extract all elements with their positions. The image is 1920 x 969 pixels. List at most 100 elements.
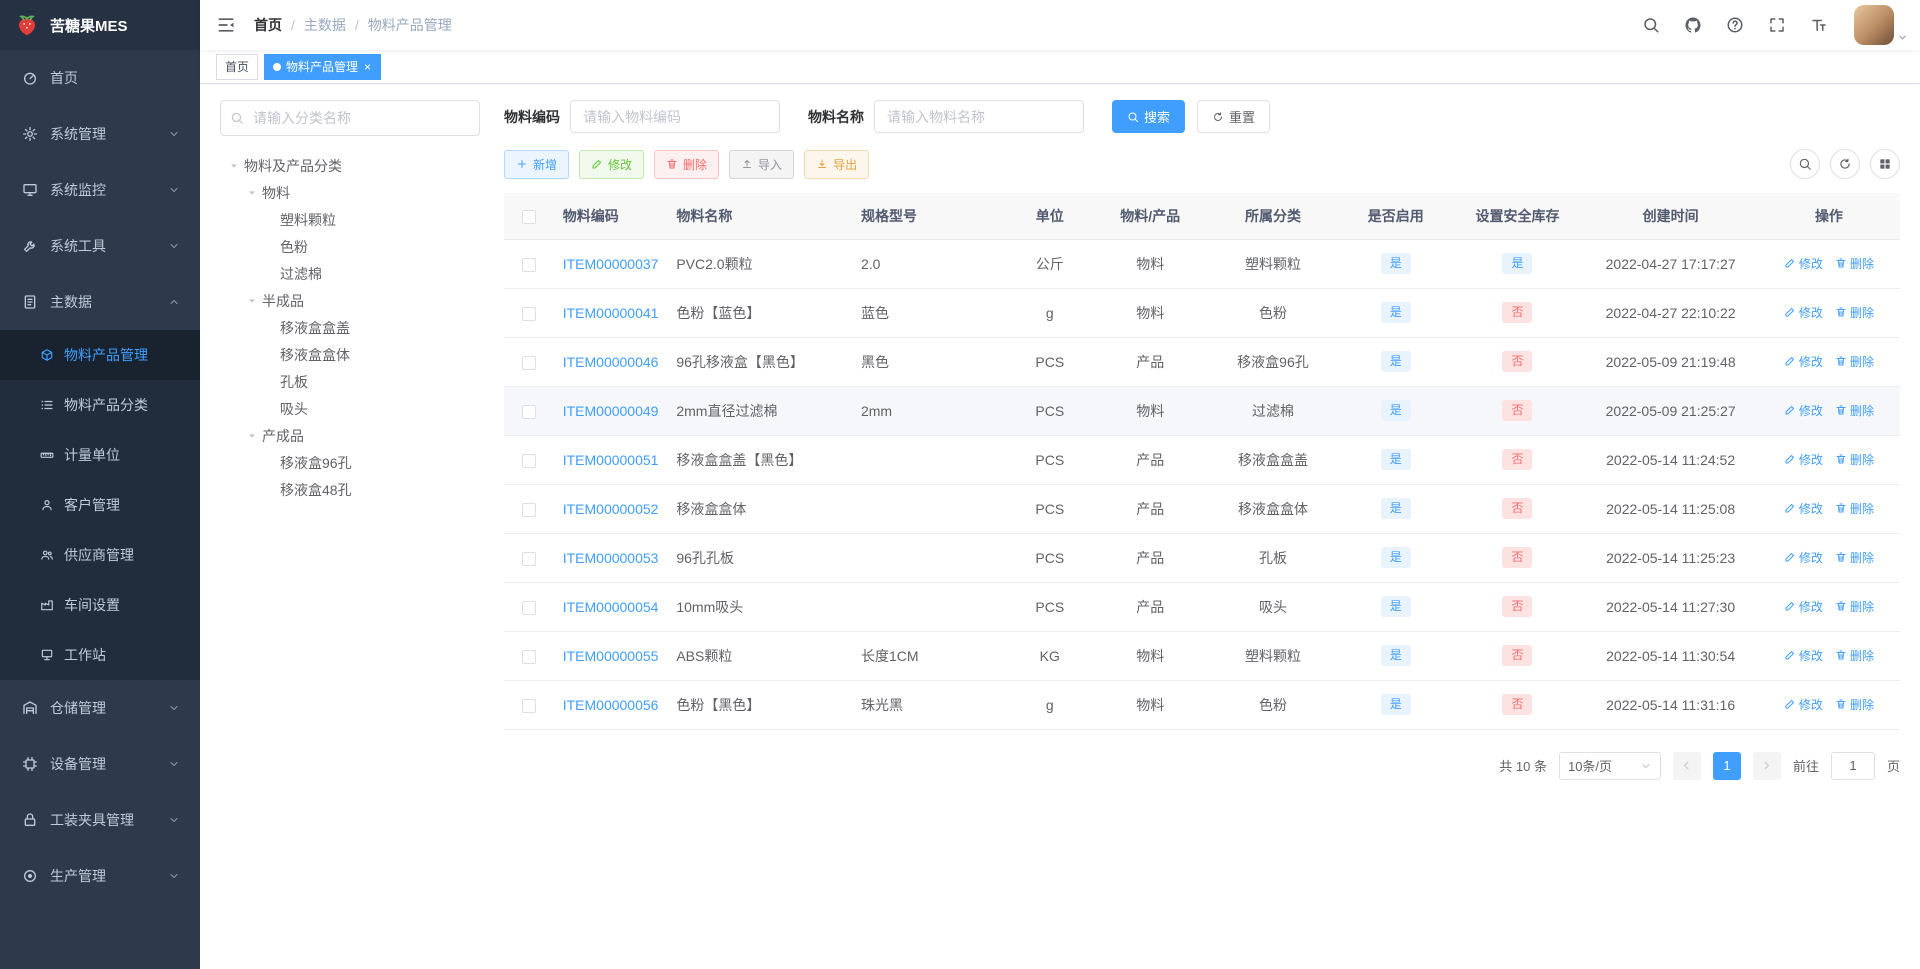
tab-0[interactable]: 首页 (216, 53, 259, 80)
row-edit-button[interactable]: 修改 (1784, 451, 1823, 468)
tree-caret-icon[interactable] (242, 431, 262, 441)
material-code-link[interactable]: ITEM00000041 (563, 305, 659, 321)
row-delete-button[interactable]: 删除 (1835, 598, 1874, 615)
reset-button[interactable]: 重置 (1197, 100, 1271, 133)
sidebar-item-warehouse-management[interactable]: 仓储管理 (0, 680, 200, 736)
prev-page-button[interactable] (1672, 751, 1701, 780)
tab-1[interactable]: 物料产品管理 × (264, 53, 382, 80)
row-delete-button[interactable]: 删除 (1835, 549, 1874, 566)
row-delete-button[interactable]: 删除 (1835, 402, 1874, 419)
edit-button[interactable]: 修改 (579, 149, 645, 179)
sidebar-item-production-management[interactable]: 生产管理 (0, 848, 200, 904)
row-edit-button[interactable]: 修改 (1784, 598, 1823, 615)
category-search-input[interactable] (220, 100, 480, 136)
row-checkbox[interactable] (522, 551, 537, 566)
table-tool-search-button[interactable] (1790, 149, 1820, 179)
material-code-link[interactable]: ITEM00000054 (563, 599, 659, 615)
select-all-checkbox[interactable] (522, 209, 537, 224)
row-checkbox[interactable] (522, 600, 537, 615)
material-code-link[interactable]: ITEM00000051 (563, 452, 659, 468)
row-delete-button[interactable]: 删除 (1835, 647, 1874, 664)
search-button[interactable]: 搜索 (1112, 100, 1186, 133)
material-code-link[interactable]: ITEM00000055 (563, 648, 659, 664)
tree-node[interactable]: 移液盒48孔 (220, 476, 480, 503)
tree-node[interactable]: 半成品 (220, 287, 480, 314)
tree-node[interactable]: 移液盒盒体 (220, 341, 480, 368)
row-edit-button[interactable]: 修改 (1784, 255, 1823, 272)
tree-caret-icon[interactable] (242, 188, 262, 198)
sidebar-item-fixture-management[interactable]: 工装夹具管理 (0, 792, 200, 848)
goto-page-input[interactable] (1830, 751, 1875, 780)
row-edit-button[interactable]: 修改 (1784, 402, 1823, 419)
sidebar-subitem-workstation[interactable]: 工作站 (0, 630, 200, 680)
tree-node[interactable]: 塑料颗粒 (220, 206, 480, 233)
navbar-search-button[interactable] (1638, 12, 1664, 38)
sidebar-subitem-workshop-settings[interactable]: 车间设置 (0, 580, 200, 630)
user-menu[interactable] (1854, 5, 1906, 45)
row-edit-button[interactable]: 修改 (1784, 304, 1823, 321)
tree-node[interactable]: 物料 (220, 179, 480, 206)
navbar-question-button[interactable] (1722, 12, 1748, 38)
breadcrumb-item[interactable]: 首页 (254, 15, 282, 35)
row-checkbox[interactable] (522, 404, 537, 419)
navbar-fullscreen-button[interactable] (1764, 12, 1790, 38)
row-edit-button[interactable]: 修改 (1784, 353, 1823, 370)
import-button[interactable]: 导入 (729, 149, 795, 179)
row-checkbox[interactable] (522, 257, 537, 272)
table-tool-grid-button[interactable] (1870, 149, 1900, 179)
row-delete-button[interactable]: 删除 (1835, 451, 1874, 468)
row-checkbox[interactable] (522, 649, 537, 664)
row-checkbox[interactable] (522, 502, 537, 517)
row-delete-button[interactable]: 删除 (1835, 255, 1874, 272)
material-code-link[interactable]: ITEM00000046 (563, 354, 659, 370)
row-edit-button[interactable]: 修改 (1784, 549, 1823, 566)
sidebar-item-system-monitor[interactable]: 系统监控 (0, 162, 200, 218)
navbar-github-button[interactable] (1680, 12, 1706, 38)
tree-node[interactable]: 孔板 (220, 368, 480, 395)
sidebar-subitem-material-product-category[interactable]: 物料产品分类 (0, 380, 200, 430)
sidebar-subitem-material-product-management[interactable]: 物料产品管理 (0, 330, 200, 380)
row-edit-button[interactable]: 修改 (1784, 696, 1823, 713)
material-code-input[interactable] (570, 100, 780, 133)
user-avatar[interactable] (1854, 5, 1894, 45)
row-checkbox[interactable] (522, 306, 537, 321)
sidebar-item-master-data[interactable]: 主数据 (0, 274, 200, 330)
row-delete-button[interactable]: 删除 (1835, 353, 1874, 370)
row-checkbox[interactable] (522, 698, 537, 713)
tab-close-icon[interactable]: × (363, 61, 372, 73)
tree-node[interactable]: 移液盒盒盖 (220, 314, 480, 341)
material-code-link[interactable]: ITEM00000056 (563, 697, 659, 713)
row-delete-button[interactable]: 删除 (1835, 500, 1874, 517)
tree-caret-icon[interactable] (224, 161, 244, 171)
tree-node[interactable]: 移液盒96孔 (220, 449, 480, 476)
tree-node[interactable]: 物料及产品分类 (220, 152, 480, 179)
tree-node[interactable]: 过滤棉 (220, 260, 480, 287)
material-code-link[interactable]: ITEM00000037 (563, 256, 659, 272)
sidebar-subitem-supplier-management[interactable]: 供应商管理 (0, 530, 200, 580)
current-page-button[interactable]: 1 (1712, 751, 1741, 780)
material-code-link[interactable]: ITEM00000049 (563, 403, 659, 419)
navbar-fontsize-button[interactable] (1806, 12, 1832, 38)
material-name-input[interactable] (874, 100, 1084, 133)
add-button[interactable]: 新增 (504, 149, 570, 179)
next-page-button[interactable] (1752, 751, 1781, 780)
sidebar-subitem-measure-unit[interactable]: 计量单位 (0, 430, 200, 480)
sidebar-item-system-management[interactable]: 系统管理 (0, 106, 200, 162)
row-delete-button[interactable]: 删除 (1835, 696, 1874, 713)
row-checkbox[interactable] (522, 355, 537, 370)
row-checkbox[interactable] (522, 453, 537, 468)
material-code-link[interactable]: ITEM00000053 (563, 550, 659, 566)
tree-node[interactable]: 色粉 (220, 233, 480, 260)
material-code-link[interactable]: ITEM00000052 (563, 501, 659, 517)
row-edit-button[interactable]: 修改 (1784, 647, 1823, 664)
sidebar-item-device-management[interactable]: 设备管理 (0, 736, 200, 792)
row-edit-button[interactable]: 修改 (1784, 500, 1823, 517)
sidebar-item-system-tools[interactable]: 系统工具 (0, 218, 200, 274)
sidebar-item-home[interactable]: 首页 (0, 50, 200, 106)
tree-node[interactable]: 吸头 (220, 395, 480, 422)
sidebar-subitem-customer-management[interactable]: 客户管理 (0, 480, 200, 530)
sidebar-toggle-hamburger-icon[interactable] (216, 15, 236, 35)
table-tool-refresh-button[interactable] (1830, 149, 1860, 179)
delete-button[interactable]: 删除 (654, 149, 720, 179)
tree-node[interactable]: 产成品 (220, 422, 480, 449)
